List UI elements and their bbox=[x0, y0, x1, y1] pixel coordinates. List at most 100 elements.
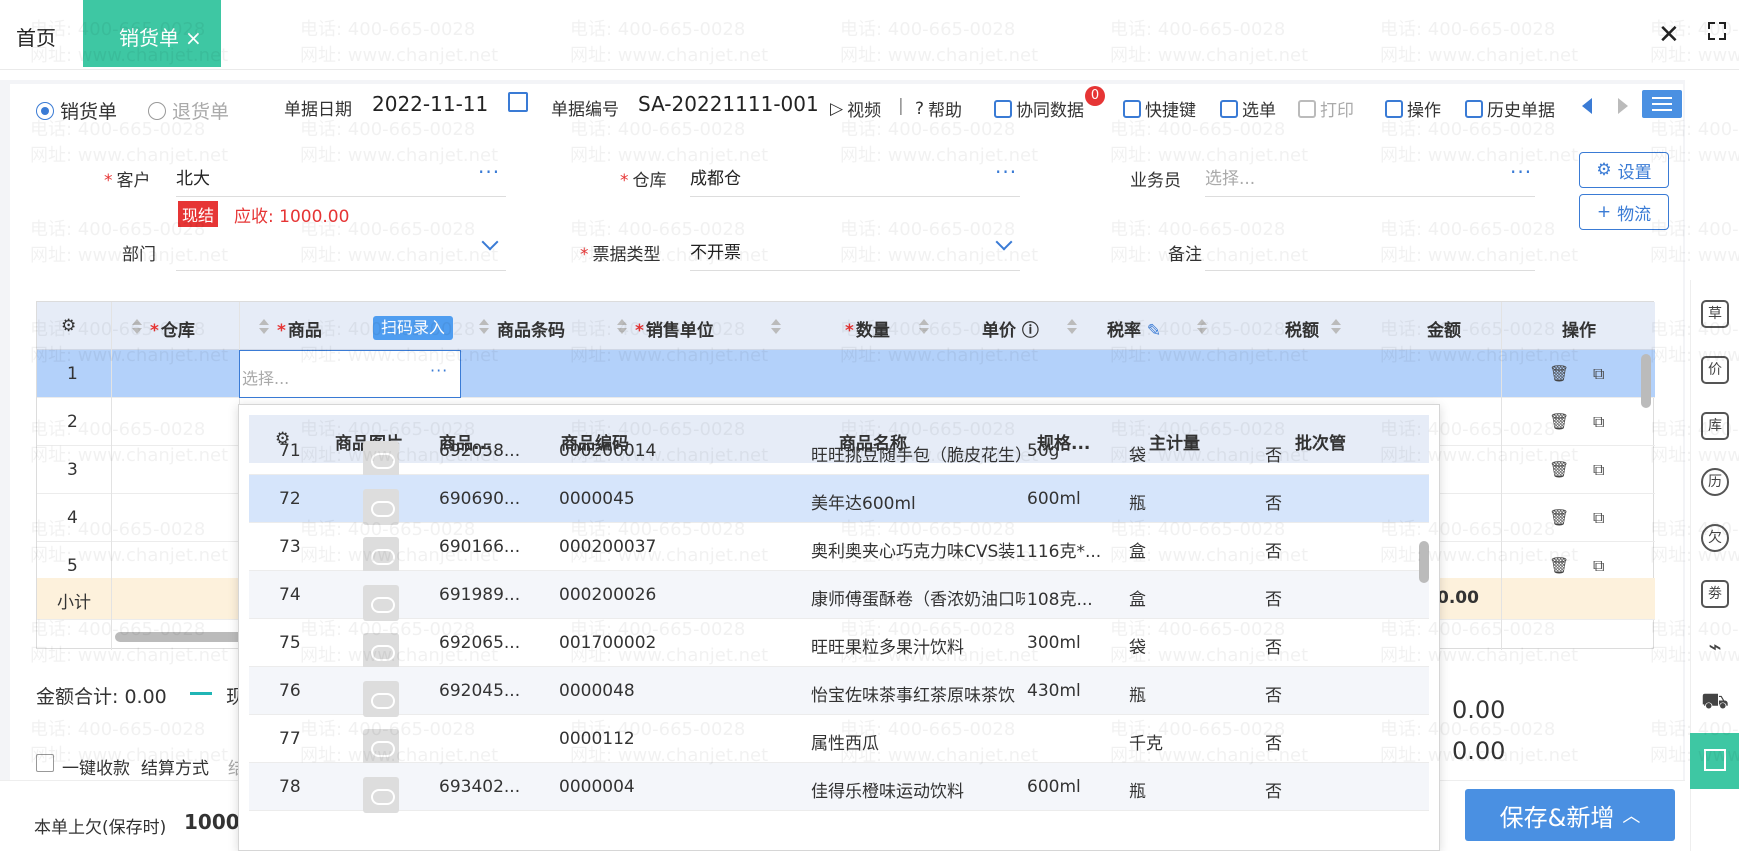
col-warehouse[interactable]: * 仓库 bbox=[150, 316, 195, 341]
copy-icon[interactable]: ⧉ bbox=[1593, 460, 1604, 480]
grid-settings-icon[interactable]: ⚙ bbox=[61, 316, 76, 336]
expand-icon[interactable] bbox=[1690, 733, 1739, 789]
right-amount-2: 0.00 bbox=[1452, 737, 1506, 765]
tab-close-icon[interactable]: × bbox=[185, 26, 202, 50]
list-item[interactable]: 71 692058... 000200014 旺旺挑豆随手包（脆皮花生） 50g 袋 否 bbox=[249, 427, 1429, 477]
settings-button[interactable]: ⚙ 设置 bbox=[1579, 152, 1669, 188]
warehouse-field[interactable]: 成都仓 bbox=[690, 164, 741, 189]
logistics-button[interactable]: + 物流 bbox=[1579, 194, 1669, 230]
col-qty[interactable]: * 数量 bbox=[845, 316, 890, 341]
video-button[interactable]: ▷ 视频 bbox=[830, 96, 881, 122]
draft-icon[interactable]: 草 bbox=[1701, 300, 1729, 328]
save-and-new-button[interactable]: 保存&新增 ︿ bbox=[1465, 789, 1675, 841]
vertical-scrollbar[interactable] bbox=[1641, 354, 1651, 408]
next-arrow-icon[interactable] bbox=[1618, 98, 1628, 114]
sort-icon[interactable] bbox=[1067, 319, 1077, 335]
list-item[interactable]: 78 693402... 0000004 佳得乐橙味运动饮料 600ml 瓶 否 bbox=[249, 763, 1429, 813]
delete-icon[interactable]: 🗑 bbox=[1549, 508, 1569, 527]
delete-icon[interactable]: 🗑 bbox=[1549, 412, 1569, 431]
print-button[interactable]: 打印 bbox=[1298, 96, 1354, 121]
sort-icon[interactable] bbox=[919, 319, 929, 335]
doc-no-value: SA-20221111-001 bbox=[638, 92, 819, 116]
product-select-input[interactable]: 选择... ··· bbox=[239, 350, 461, 398]
horizontal-scrollbar[interactable] bbox=[115, 632, 245, 642]
attachment-icon[interactable]: ⌁ bbox=[1701, 636, 1729, 664]
list-item[interactable]: 74 691989... 000200026 康师傅蛋酥卷（香浓奶油口味 108克...… bbox=[249, 571, 1429, 621]
row-number: 1 bbox=[67, 364, 78, 384]
col-sales-unit[interactable]: * 销售单位 bbox=[635, 316, 714, 341]
copy-icon[interactable]: ⧉ bbox=[1593, 364, 1604, 384]
salesman-field[interactable]: 选择... bbox=[1205, 164, 1255, 189]
col-tax-rate[interactable]: 税率 ✎ bbox=[1107, 316, 1161, 341]
one-click-checkbox[interactable] bbox=[36, 754, 54, 772]
menu-icon[interactable] bbox=[1642, 90, 1682, 118]
sort-icon[interactable] bbox=[132, 319, 142, 335]
radio-sale[interactable]: 销货单 bbox=[36, 97, 117, 124]
copy-icon[interactable]: ⧉ bbox=[1593, 412, 1604, 432]
salesman-more-icon[interactable]: ··· bbox=[1510, 160, 1532, 184]
delete-icon[interactable]: 🗑 bbox=[1549, 556, 1569, 575]
delete-icon[interactable]: 🗑 bbox=[1549, 364, 1569, 383]
copy-icon[interactable]: ⧉ bbox=[1593, 508, 1604, 528]
list-item[interactable]: 75 692065... 001700002 旺旺果粒多果汁饮料 300ml 袋 否 bbox=[249, 619, 1429, 669]
plus-icon: + bbox=[1596, 202, 1612, 222]
price-icon[interactable]: 价 bbox=[1701, 356, 1729, 384]
arrears-value: 1000 bbox=[184, 810, 240, 834]
sort-icon[interactable] bbox=[617, 319, 627, 335]
fullscreen-icon[interactable] bbox=[1708, 22, 1726, 40]
scan-entry-button[interactable]: 扫码录入 bbox=[373, 316, 453, 340]
prev-arrow-icon[interactable] bbox=[1582, 98, 1592, 114]
list-item[interactable]: 77 0000112 属性西瓜 千克 否 bbox=[249, 715, 1429, 765]
dd-cell-spec: 116克*... bbox=[1027, 542, 1102, 562]
debt-icon[interactable]: 欠 bbox=[1701, 524, 1729, 552]
invoice-type-field[interactable]: 不开票 bbox=[690, 238, 741, 263]
help-button[interactable]: ? 帮助 bbox=[915, 96, 962, 122]
gear-icon: ⚙ bbox=[1596, 160, 1612, 180]
dd-cell-name: 佳得乐橙味运动饮料 bbox=[811, 782, 964, 802]
col-product[interactable]: * 商品 bbox=[277, 316, 322, 341]
window-close-icon[interactable]: ✕ bbox=[1658, 20, 1680, 50]
sync-data-button[interactable]: 协同数据 bbox=[994, 96, 1084, 121]
product-image-icon bbox=[363, 441, 399, 477]
customer-field[interactable]: 北大 bbox=[176, 164, 210, 189]
operations-button[interactable]: 操作 bbox=[1385, 96, 1441, 121]
delete-icon[interactable]: 🗑 bbox=[1549, 460, 1569, 479]
sort-icon[interactable] bbox=[1331, 319, 1341, 335]
printer-icon bbox=[1298, 99, 1316, 118]
dd-cell-batch: 否 bbox=[1265, 734, 1282, 754]
col-price[interactable]: 单价 ⓘ bbox=[982, 316, 1039, 341]
truck-icon[interactable]: ⛟ bbox=[1701, 690, 1729, 718]
warehouse-more-icon[interactable]: ··· bbox=[995, 160, 1017, 184]
dd-cell-name: 奥利奥夹心巧克力味CVS装1 bbox=[811, 542, 1025, 562]
stock-icon[interactable]: 库 bbox=[1701, 412, 1729, 440]
tab-sales-order[interactable]: 销货单 × bbox=[83, 0, 221, 67]
coupon-icon[interactable]: 劵 bbox=[1701, 580, 1729, 608]
remark-field[interactable] bbox=[1205, 270, 1535, 271]
date-field[interactable]: 2022-11-11 bbox=[372, 92, 488, 116]
list-item[interactable]: 73 690166... 000200037 奥利奥夹心巧克力味CVS装1 116克*.… bbox=[249, 523, 1429, 573]
history-button[interactable]: 历史单据 bbox=[1465, 96, 1555, 121]
dropdown-scrollbar[interactable] bbox=[1419, 541, 1429, 583]
sort-icon[interactable] bbox=[259, 319, 269, 335]
customer-more-icon[interactable]: ··· bbox=[478, 160, 500, 184]
radio-return[interactable]: 退货单 bbox=[148, 97, 229, 124]
sort-icon[interactable] bbox=[1197, 319, 1207, 335]
col-tax[interactable]: 税额 bbox=[1285, 316, 1319, 341]
dd-cell-batch: 否 bbox=[1265, 446, 1282, 466]
pick-button[interactable]: 选单 bbox=[1220, 96, 1276, 121]
dd-cell-no: 76 bbox=[279, 681, 301, 701]
sort-icon[interactable] bbox=[479, 319, 489, 335]
history-icon[interactable]: 历 bbox=[1701, 468, 1729, 496]
sort-icon[interactable] bbox=[771, 319, 781, 335]
product-more-icon[interactable]: ··· bbox=[430, 361, 448, 380]
col-barcode[interactable]: 商品条码 bbox=[497, 316, 565, 341]
tab-home[interactable]: 首页 bbox=[16, 22, 56, 51]
list-item[interactable]: 76 692045... 0000048 怡宝佐味茶事红茶原味茶饮 430ml 瓶 否 bbox=[249, 667, 1429, 717]
calendar-icon[interactable] bbox=[508, 92, 528, 112]
list-item[interactable]: 72 690690... 0000045 美年达600ml 600ml 瓶 否 bbox=[249, 475, 1429, 525]
shortcut-button[interactable]: 快捷键 bbox=[1123, 96, 1196, 121]
col-amount[interactable]: 金额 bbox=[1427, 316, 1461, 341]
dd-cell-code: 0000112 bbox=[559, 729, 635, 749]
dd-cell-code: 000200014 bbox=[559, 441, 657, 461]
copy-icon[interactable]: ⧉ bbox=[1593, 556, 1604, 576]
